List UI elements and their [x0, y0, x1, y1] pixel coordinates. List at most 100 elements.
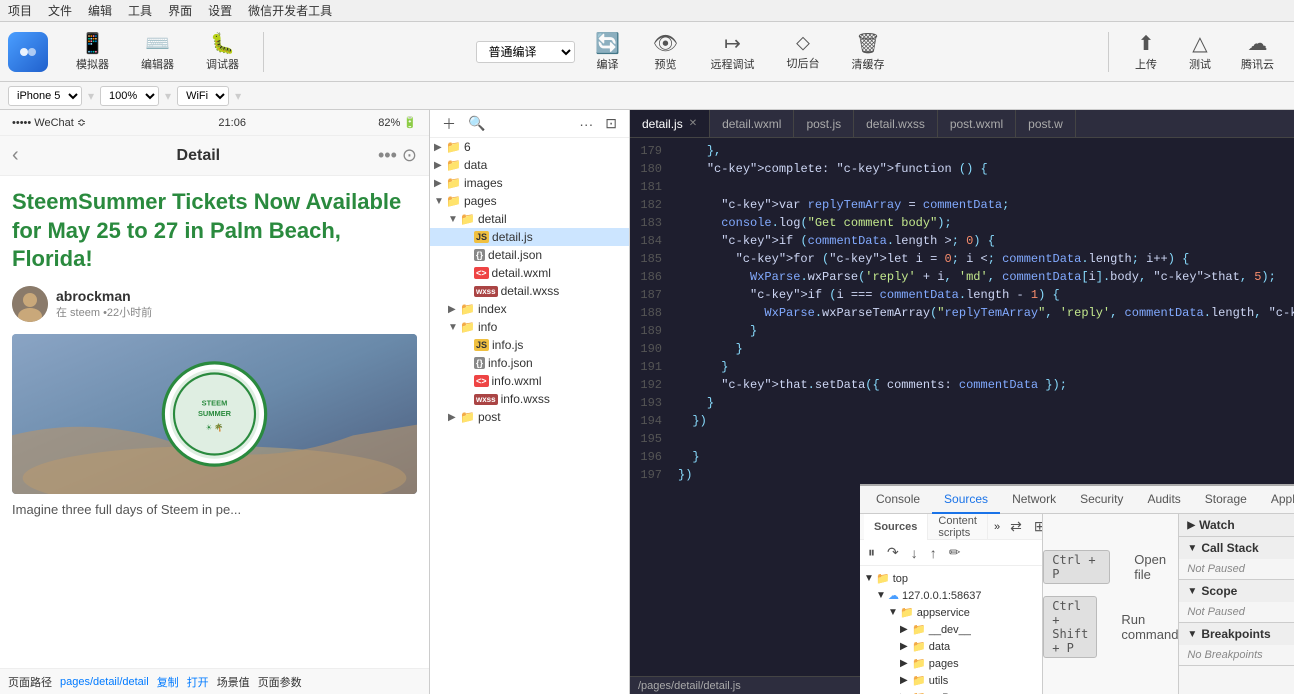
- tab-close[interactable]: ✕: [689, 118, 697, 129]
- src-item-data[interactable]: ▶📁data: [860, 638, 1042, 655]
- menu-wechat-devtools[interactable]: 微信开发者工具: [248, 2, 332, 19]
- src-item-pages[interactable]: ▶📁pages: [860, 655, 1042, 672]
- code-line-194: }): [678, 412, 1286, 430]
- step-over-button[interactable]: ↷: [883, 542, 903, 563]
- tab-network[interactable]: Network: [1000, 486, 1068, 514]
- phone-back-button[interactable]: ‹: [12, 144, 19, 167]
- call-stack-status: Not Paused: [1179, 559, 1294, 579]
- tab-security[interactable]: Security: [1068, 486, 1135, 514]
- compile-select[interactable]: 普通编译: [476, 41, 575, 63]
- copy-button[interactable]: 复制: [157, 674, 179, 690]
- tree-item-images[interactable]: ▶📁images: [430, 174, 629, 192]
- add-file-button[interactable]: ＋: [438, 112, 460, 136]
- tree-item-detail.wxss[interactable]: wxssdetail.wxss: [430, 282, 629, 300]
- step-into-button[interactable]: ↓: [907, 543, 922, 563]
- code-line-189: }: [678, 322, 1286, 340]
- src-item-__dev__[interactable]: ▶📁__dev__: [860, 621, 1042, 638]
- open-button[interactable]: 打开: [187, 674, 209, 690]
- tree-item-info[interactable]: ▼📁info: [430, 318, 629, 336]
- device-select[interactable]: iPhone 5 iPhone: [8, 86, 82, 106]
- remote-debug-button[interactable]: ↦ 远程调试: [699, 27, 767, 76]
- src-item-127-0-0-1-58637[interactable]: ▼☁127.0.0.1:58637: [860, 587, 1042, 604]
- debugger-button[interactable]: 🐛 调试器: [194, 27, 251, 76]
- collapse-button[interactable]: ⊡: [601, 113, 621, 134]
- subtab-sources[interactable]: Sources: [864, 514, 928, 540]
- src-item-utils[interactable]: ▶📁utils: [860, 672, 1042, 689]
- cloud-button[interactable]: ☁ 腾讯云: [1229, 27, 1286, 76]
- phone-content: SteemSummer Tickets Now Available for Ma…: [0, 176, 429, 668]
- expand-panel-button[interactable]: ⊞: [1030, 518, 1043, 535]
- tree-item-info.js[interactable]: JSinfo.js: [430, 336, 629, 354]
- menu-tools[interactable]: 工具: [128, 2, 152, 19]
- clear-cache-button[interactable]: 🗑 清缓存: [840, 27, 897, 76]
- menu-edit[interactable]: 编辑: [88, 2, 112, 19]
- src-item-wxParse[interactable]: ▶📁wxParse: [860, 689, 1042, 694]
- src-item-appservice[interactable]: ▼📁appservice: [860, 604, 1042, 621]
- line-number-196: 196: [638, 448, 662, 466]
- test-button[interactable]: △ 测试: [1175, 27, 1225, 76]
- call-stack-header[interactable]: ▼ Call Stack: [1179, 537, 1294, 559]
- line-number-186: 186: [638, 268, 662, 286]
- search-button[interactable]: 🔍: [464, 113, 489, 134]
- toolbar-divider-2: [1108, 32, 1109, 72]
- subtab-content-scripts[interactable]: Content scripts: [928, 514, 988, 540]
- network-select[interactable]: WiFi: [177, 86, 229, 106]
- phone-nav-actions[interactable]: ••• ⊙: [378, 145, 417, 166]
- call-stack-label: Call Stack: [1201, 541, 1258, 555]
- step-out-button[interactable]: ↑: [926, 543, 941, 563]
- username: abrockman: [56, 288, 152, 304]
- upload-button[interactable]: ⬆ 上传: [1121, 27, 1171, 76]
- zoom-select[interactable]: 100%: [100, 86, 159, 106]
- scope-section: ▼ Scope Not Paused: [1179, 580, 1294, 623]
- tab-storage[interactable]: Storage: [1193, 486, 1259, 514]
- subtab-more[interactable]: »: [988, 521, 1006, 533]
- pause-button[interactable]: ⏸: [864, 542, 879, 563]
- menu-settings[interactable]: 设置: [208, 2, 232, 19]
- menu-project[interactable]: 项目: [8, 2, 32, 19]
- tree-item-detail[interactable]: ▼📁detail: [430, 210, 629, 228]
- tree-item-pages[interactable]: ▼📁pages: [430, 192, 629, 210]
- tab-post-wxml[interactable]: post.wxml: [938, 110, 1016, 138]
- tab-post-w[interactable]: post.w: [1016, 110, 1076, 138]
- tab-console[interactable]: Console: [864, 486, 932, 514]
- breakpoints-header[interactable]: ▼ Breakpoints: [1179, 623, 1294, 645]
- tree-item-detail.js[interactable]: JSdetail.js: [430, 228, 629, 246]
- tab-detail-js[interactable]: detail.js✕: [630, 110, 710, 138]
- menu-file[interactable]: 文件: [48, 2, 72, 19]
- deactivate-breakpoints-button[interactable]: ✏: [945, 542, 965, 563]
- editor-button[interactable]: ⌨️ 编辑器: [129, 27, 186, 76]
- tree-item-index[interactable]: ▶📁index: [430, 300, 629, 318]
- sync-button[interactable]: ⇄: [1006, 518, 1026, 535]
- code-line-180: "c-key">complete: "c-key">function () {: [678, 160, 1286, 178]
- watch-header[interactable]: ▶ Watch: [1179, 514, 1294, 536]
- more-options-button[interactable]: ···: [575, 114, 597, 134]
- phone-status-bar: ••••• WeChat ≎ 21:06 82% 🔋: [0, 110, 429, 136]
- code-line-197: }): [678, 466, 1286, 484]
- tree-item-data[interactable]: ▶📁data: [430, 156, 629, 174]
- tree-item-info.wxss[interactable]: wxssinfo.wxss: [430, 390, 629, 408]
- scope-header[interactable]: ▼ Scope: [1179, 580, 1294, 602]
- tree-item-detail.wxml[interactable]: <>detail.wxml: [430, 264, 629, 282]
- tab-detail-wxss[interactable]: detail.wxss: [854, 110, 938, 138]
- tree-item-info.json[interactable]: {}info.json: [430, 354, 629, 372]
- tab-audits[interactable]: Audits: [1135, 486, 1192, 514]
- tree-item-post[interactable]: ▶📁post: [430, 408, 629, 426]
- phone-battery: 82% 🔋: [378, 116, 417, 129]
- tree-item-6[interactable]: ▶📁6: [430, 138, 629, 156]
- menu-interface[interactable]: 界面: [168, 2, 192, 19]
- tab-detail-wxml[interactable]: detail.wxml: [710, 110, 794, 138]
- path-value[interactable]: pages/detail/detail: [60, 676, 149, 688]
- tab-post-js[interactable]: post.js: [794, 110, 854, 138]
- tree-item-detail.json[interactable]: {}detail.json: [430, 246, 629, 264]
- src-item-top[interactable]: ▼📁top: [860, 570, 1042, 587]
- tree-item-info.wxml[interactable]: <>info.wxml: [430, 372, 629, 390]
- devtools-toolbar: ⏸ ↷ ↓ ↑ ✏: [860, 540, 1042, 566]
- compile-button[interactable]: 🔄 编译: [583, 27, 633, 76]
- tab-sources[interactable]: Sources: [932, 486, 1000, 514]
- devtools-content: Sources Content scripts » ⇄ ⊞ ⏸ ↷ ↓ ↑ ✏: [860, 514, 1294, 694]
- tab-appdata[interactable]: AppData: [1259, 486, 1294, 514]
- simulator-button[interactable]: 📱 模拟器: [64, 27, 121, 76]
- preview-button[interactable]: 👁 预览: [641, 27, 691, 76]
- shortcut-action-run: Run command: [1121, 612, 1178, 642]
- cut-background-button[interactable]: ⬦ 切后台: [775, 28, 832, 75]
